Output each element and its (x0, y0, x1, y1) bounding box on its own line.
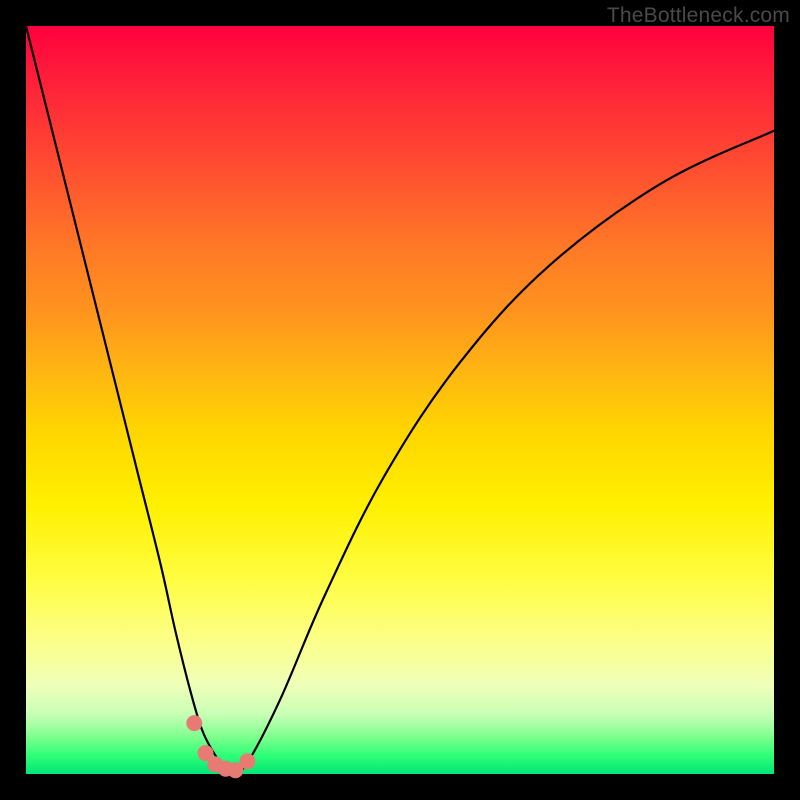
chart-svg (26, 26, 774, 774)
watermark-text: TheBottleneck.com (607, 4, 790, 28)
chart-plot-area (26, 26, 774, 774)
bottleneck-curve (26, 26, 774, 771)
bottleneck-marker (187, 716, 202, 731)
bottleneck-marker (240, 754, 255, 769)
bottleneck-marker-group (187, 716, 255, 778)
